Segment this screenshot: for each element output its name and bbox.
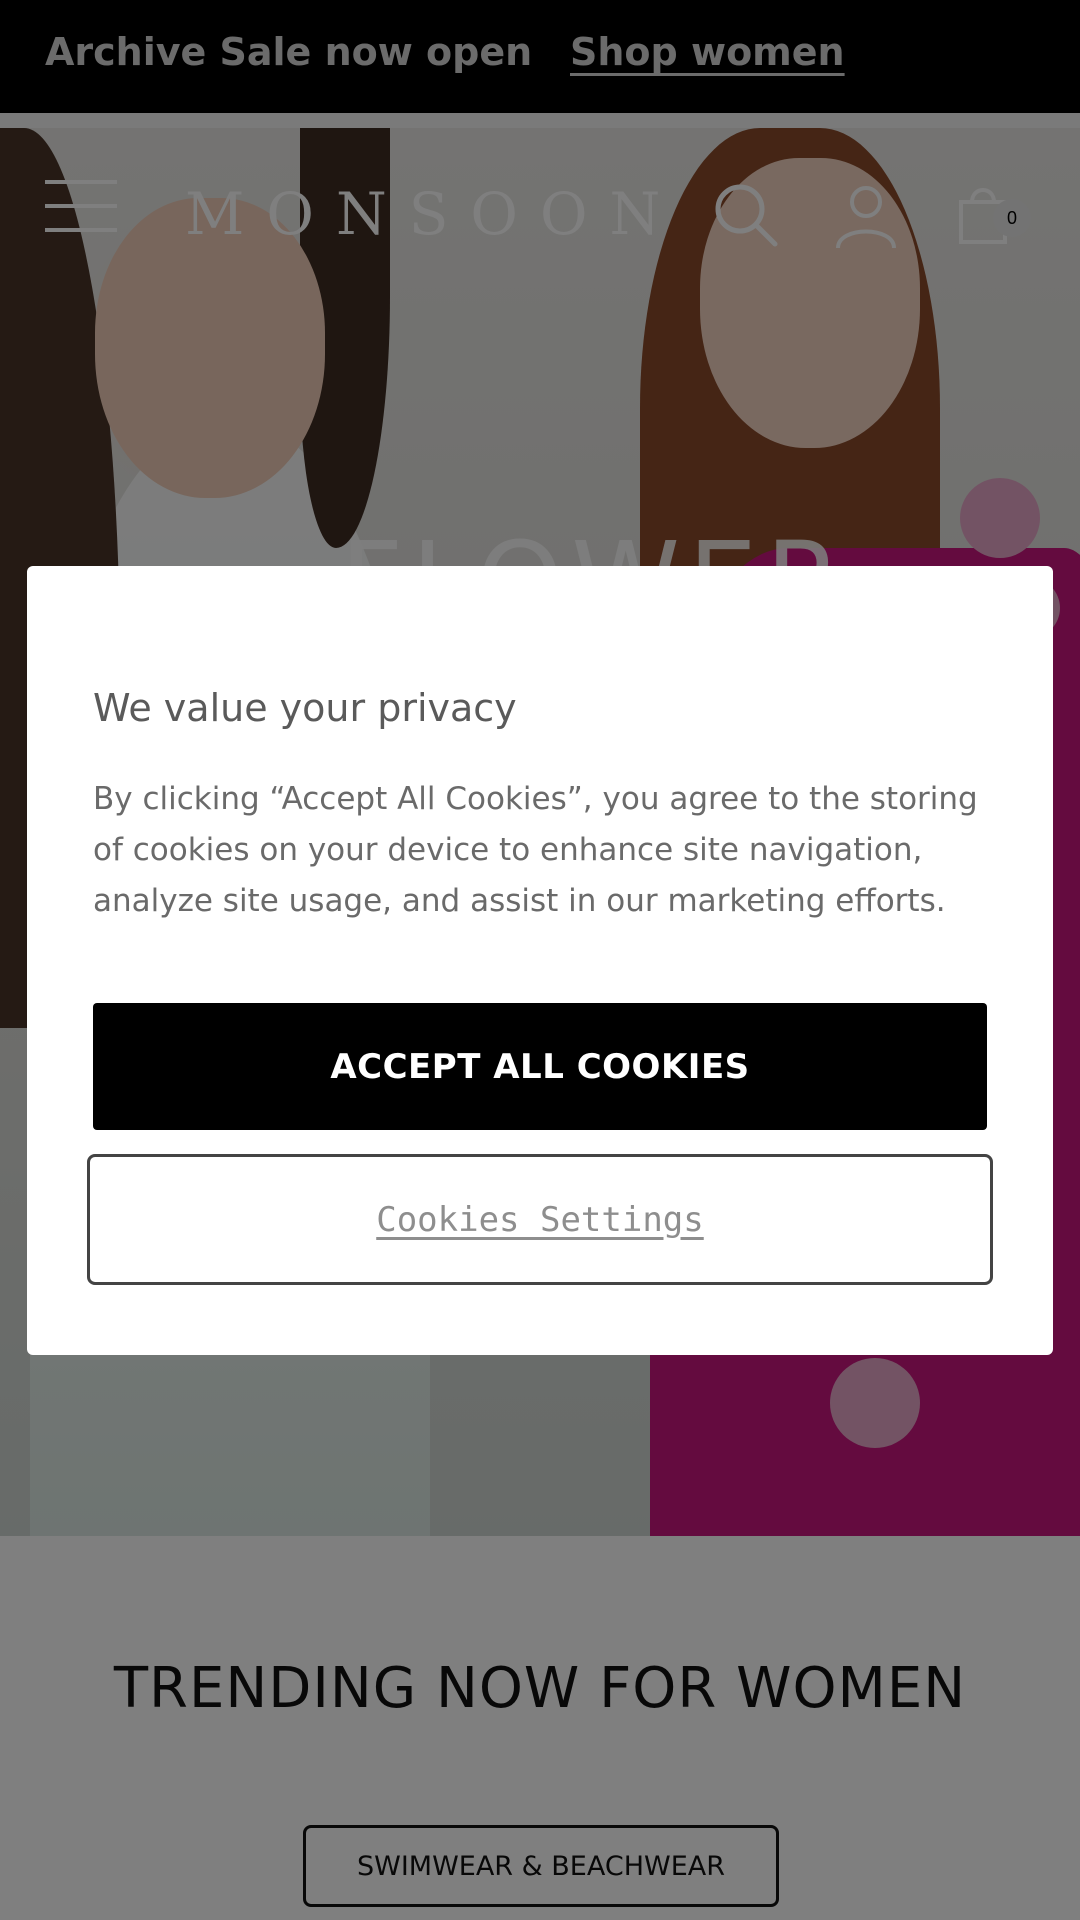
accept-all-cookies-button[interactable]: ACCEPT ALL COOKIES — [93, 1003, 987, 1130]
cookies-settings-button[interactable]: Cookies Settings — [87, 1154, 993, 1285]
cookie-consent-dialog: We value your privacy By clicking “Accep… — [27, 566, 1053, 1355]
cookie-dialog-text: By clicking “Accept All Cookies”, you ag… — [93, 781, 978, 919]
cookie-dialog-title: We value your privacy — [93, 686, 517, 730]
